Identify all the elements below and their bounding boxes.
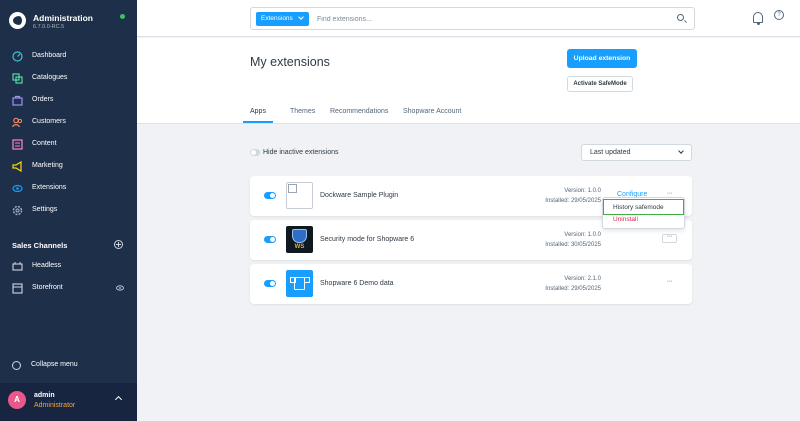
sidebar-item-settings[interactable]: Settings <box>0 201 137 221</box>
help-icon[interactable]: ? <box>774 10 784 20</box>
sidebar-item-label: Settings <box>32 206 58 213</box>
search-type-select[interactable]: Extensions <box>256 12 309 26</box>
extension-active-toggle[interactable] <box>264 192 276 199</box>
app-version: 6.7.0.0-RC.5 <box>33 24 65 30</box>
extension-image-broken <box>286 182 313 209</box>
activate-safemode-button[interactable]: Activate SafeMode <box>567 76 633 92</box>
extension-name: Shopware 6 Demo data <box>320 280 394 287</box>
sidebar-item-storefront[interactable]: Storefront <box>0 279 137 299</box>
sidebar-item-label: Marketing <box>32 162 63 169</box>
sidebar-item-dashboard[interactable]: Dashboard <box>0 47 137 67</box>
extensions-icon <box>12 184 23 193</box>
page-title: My extensions <box>250 55 330 69</box>
headless-icon <box>12 262 23 271</box>
shopware-logo-icon <box>9 12 26 29</box>
brand[interactable]: Administration 6.7.0.0-RC.5 <box>9 10 129 34</box>
history-safemode-menu-item[interactable]: History safemode <box>603 199 684 215</box>
catalogues-icon <box>12 73 23 84</box>
sidebar-item-orders[interactable]: Orders <box>0 91 137 111</box>
extension-version: Version: 1.0.0 <box>564 188 601 194</box>
user-menu[interactable]: A admin Administrator <box>0 383 137 421</box>
extension-name: Dockware Sample Plugin <box>320 192 399 199</box>
search-bar: Extensions <box>250 7 695 30</box>
tab-themes[interactable]: Themes <box>290 104 315 123</box>
collapse-menu-label: Collapse menu <box>31 361 78 368</box>
hide-inactive-label: Hide inactive extensions <box>263 149 339 156</box>
user-role: Administrator <box>34 402 76 409</box>
collapse-icon <box>12 361 21 370</box>
more-actions-icon[interactable]: ··· <box>662 233 677 243</box>
sort-value: Last updated <box>590 149 631 156</box>
sidebar-item-headless[interactable]: Headless <box>0 257 137 277</box>
sidebar-item-marketing[interactable]: Marketing <box>0 157 137 177</box>
add-sales-channel-icon[interactable] <box>114 240 123 249</box>
search-type-label: Extensions <box>261 15 293 22</box>
logo-letters: WS <box>294 244 305 250</box>
chevron-up-icon <box>114 395 123 404</box>
search-input[interactable] <box>317 12 617 26</box>
extension-installed-date: Installed: 29/05/2025 <box>545 286 601 292</box>
extension-active-toggle[interactable] <box>264 236 276 243</box>
sidebar-item-label: Headless <box>32 262 62 269</box>
dashboard-icon <box>12 51 23 62</box>
visibility-eye-icon[interactable] <box>116 285 124 291</box>
tab-recommendations[interactable]: Recommendations <box>330 104 388 123</box>
sidebar-item-label: Customers <box>32 118 66 125</box>
hide-inactive-toggle[interactable] <box>250 149 260 156</box>
marketing-icon <box>12 161 22 172</box>
sales-channels-title: Sales Channels <box>12 241 68 250</box>
extension-installed-date: Installed: 30/05/2025 <box>545 242 601 248</box>
sort-select[interactable]: Last updated <box>581 144 692 161</box>
search-icon[interactable] <box>677 14 684 21</box>
status-dot-icon <box>120 14 125 19</box>
uninstall-menu-item[interactable]: Uninstall <box>613 216 638 223</box>
sidebar-item-label: Catalogues <box>32 74 68 81</box>
chevron-down-icon <box>678 148 684 154</box>
user-name: admin <box>34 392 55 399</box>
tab-shopware-account[interactable]: Shopware Account <box>403 104 461 123</box>
sidebar-item-customers[interactable]: Customers <box>0 113 137 133</box>
sidebar-item-label: Extensions <box>32 184 67 191</box>
settings-icon <box>12 205 23 216</box>
content-icon <box>12 139 23 150</box>
sidebar-item-extensions[interactable]: Extensions <box>0 179 137 199</box>
chevron-down-icon <box>298 14 304 20</box>
extension-installed-date: Installed: 29/05/2025 <box>545 198 601 204</box>
extension-active-toggle[interactable] <box>264 280 276 287</box>
app-title: Administration <box>33 13 93 23</box>
orders-icon <box>12 95 23 106</box>
avatar: A <box>8 391 26 409</box>
shield-icon <box>292 229 307 243</box>
extension-name: Security mode for Shopware 6 <box>320 236 415 243</box>
more-actions-icon[interactable]: ··· <box>662 278 677 289</box>
sidebar-item-label: Storefront <box>32 284 63 291</box>
sidebar-item-label: Content <box>32 140 57 147</box>
sidebar-item-content[interactable]: Content <box>0 135 137 155</box>
topbar: Extensions ? <box>137 0 800 37</box>
sidebar: Administration 6.7.0.0-RC.5 Dashboard Ca… <box>0 0 137 421</box>
tab-apps[interactable]: Apps <box>243 104 273 123</box>
sidebar-item-label: Orders <box>32 96 54 103</box>
security-mode-logo: WS <box>286 226 313 253</box>
page-header: My extensions Upload extension Activate … <box>137 38 800 124</box>
demo-data-logo <box>286 270 313 297</box>
storefront-icon <box>12 283 23 294</box>
sidebar-item-catalogues[interactable]: Catalogues <box>0 69 137 89</box>
extension-card: Shopware 6 Demo data Version: 2.1.0 Inst… <box>250 264 692 304</box>
tshirt-icon <box>290 277 310 290</box>
bell-icon[interactable] <box>753 12 763 25</box>
context-menu: History safemode Uninstall <box>602 197 685 229</box>
extension-version: Version: 2.1.0 <box>564 276 601 282</box>
upload-extension-button[interactable]: Upload extension <box>567 49 637 68</box>
customers-icon <box>12 117 23 128</box>
sidebar-item-label: Dashboard <box>32 52 67 59</box>
extension-version: Version: 1.0.0 <box>564 232 601 238</box>
